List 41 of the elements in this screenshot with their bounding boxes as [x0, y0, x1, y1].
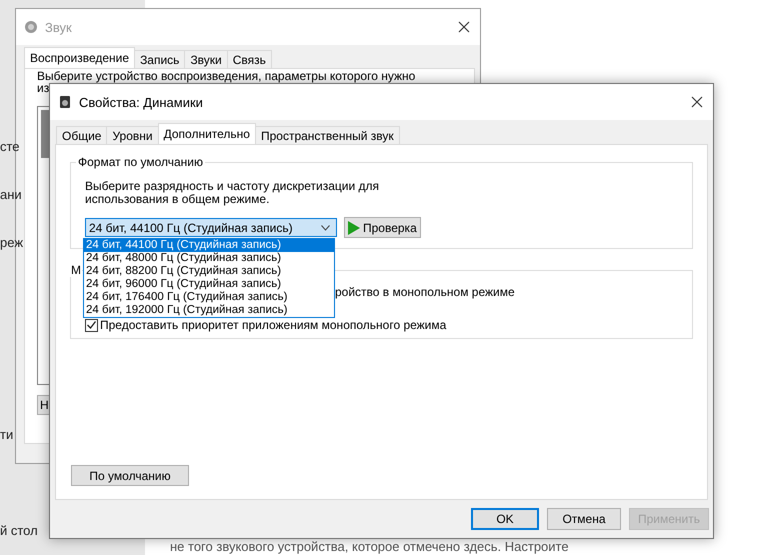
page-text: не того звукового устройства, которое отмечено здесь. Настроите	[170, 539, 569, 554]
dropdown-option[interactable]: 24 бит, 48000 Гц (Студийная запись)	[84, 252, 334, 265]
window-title: Звук	[45, 20, 73, 34]
checkbox-label: ройство в монопольном режиме	[335, 285, 515, 299]
page-text: сте	[0, 139, 20, 155]
window-title: Свойства: Динамики	[79, 94, 204, 110]
play-icon	[348, 220, 360, 234]
dropdown-option[interactable]: 24 бит, 176400 Гц (Студийная запись)	[84, 291, 334, 304]
tab[interactable]: Дополнительно	[158, 123, 256, 144]
page-text: ани	[0, 187, 22, 203]
checkbox[interactable]	[85, 318, 98, 332]
description-text: из	[37, 82, 50, 94]
description-text: Выберите устройство воспроизведения, параметры которого нужно	[37, 70, 416, 82]
test-button[interactable]: Проверка	[344, 217, 421, 238]
description-text: использования в общем режиме.	[85, 193, 270, 206]
page-text: реж	[0, 235, 24, 251]
format-dropdown[interactable]: 24 бит, 44100 Гц (Студийная запись)	[85, 218, 337, 237]
close-icon[interactable]	[458, 21, 470, 33]
dropdown-option[interactable]: 24 бит, 96000 Гц (Студийная запись)	[84, 278, 334, 291]
dialog-button[interactable]: OK	[470, 508, 539, 530]
dialog-button[interactable]: Отмена	[546, 508, 621, 530]
tab[interactable]: Уровни	[106, 126, 159, 144]
chevron-icon	[321, 224, 330, 230]
group-title: Формат по умолчанию	[77, 155, 204, 169]
default-button[interactable]: По умолчанию	[71, 465, 189, 486]
page-text: й стол	[0, 523, 38, 539]
dropdown-option[interactable]: 24 бит, 88200 Гц (Студийная запись)	[84, 265, 334, 278]
group-title: М	[70, 263, 82, 277]
checkbox-label: Предоставить приоритет приложениям монопольного режима	[100, 318, 446, 332]
tab[interactable]: Воспроизведение	[24, 47, 136, 68]
close-icon[interactable]	[691, 96, 703, 108]
tab[interactable]: Общие	[56, 126, 108, 144]
tab[interactable]: Звуки	[184, 50, 228, 68]
dropdown-option[interactable]: 24 бит, 44100 Гц (Студийная запись)	[84, 239, 334, 252]
page-text: ти	[0, 427, 14, 443]
description-text: Выберите разрядность и частоту дискретизации для	[85, 180, 380, 193]
device-list[interactable]	[37, 106, 50, 385]
tab[interactable]: Связь	[226, 50, 272, 68]
settings-button[interactable]: Н	[37, 395, 49, 415]
dropdown-option[interactable]: 24 бит, 192000 Гц (Студийная запись)	[84, 304, 334, 317]
tab[interactable]: Пространственный звук	[254, 126, 400, 144]
